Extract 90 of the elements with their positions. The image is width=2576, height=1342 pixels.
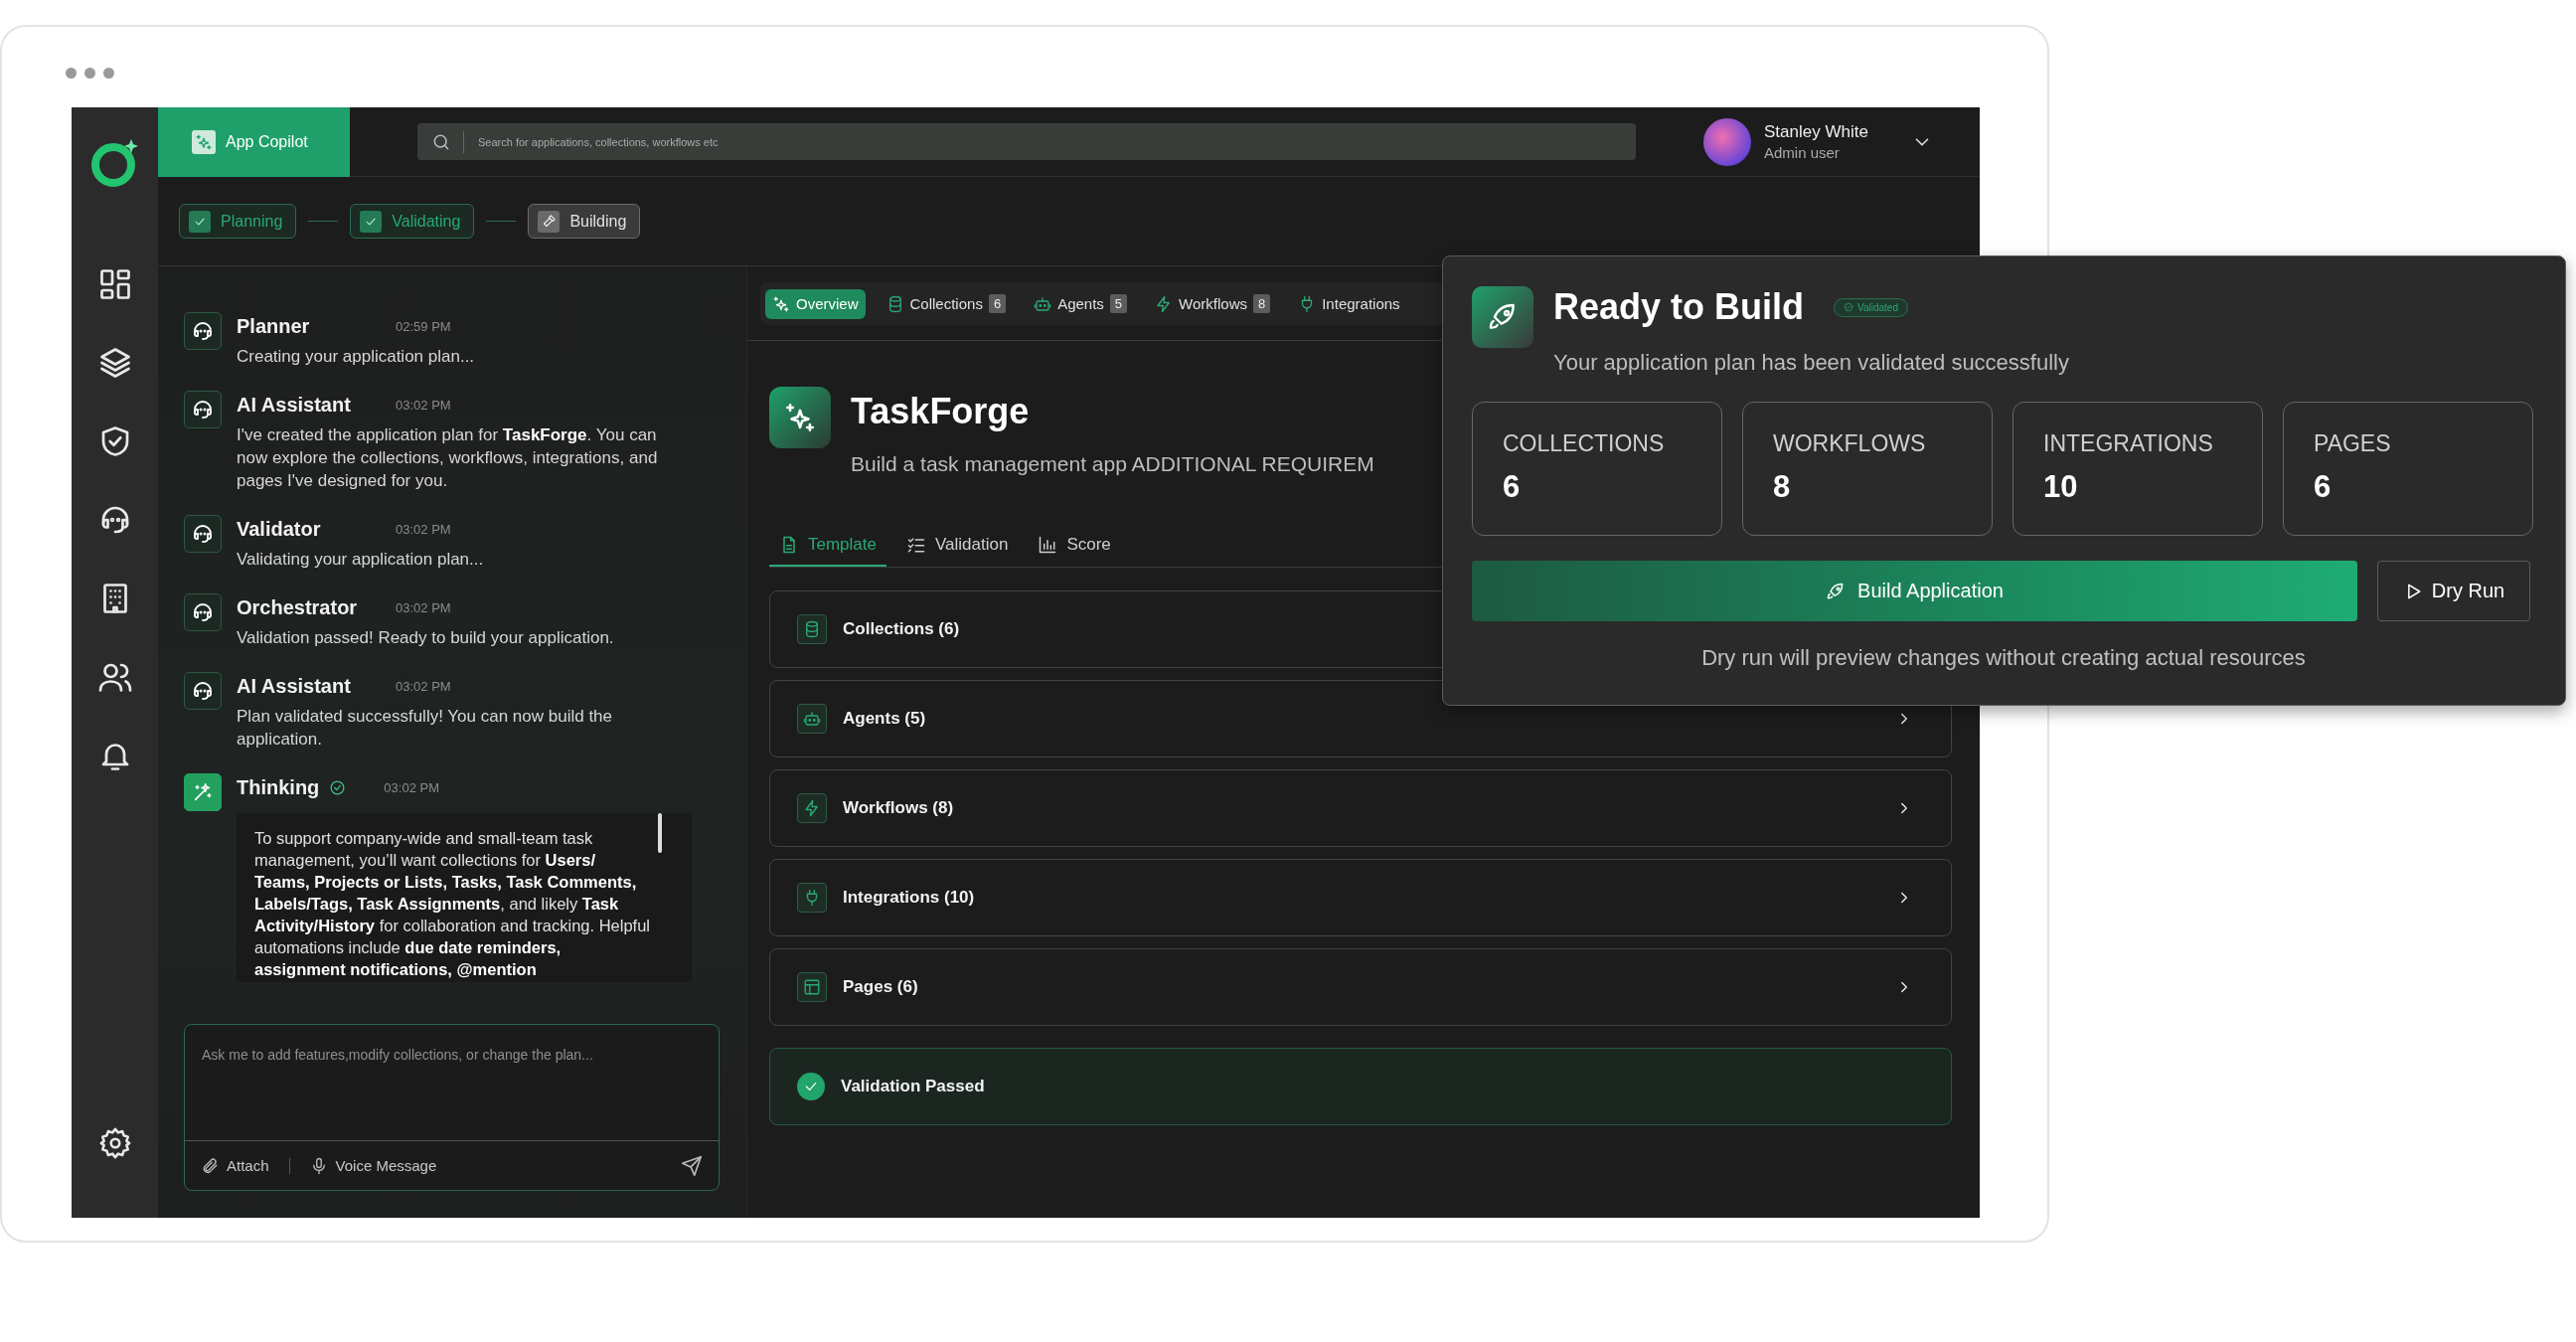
sparkles-icon — [783, 401, 817, 434]
thinking-text: To support company-wide and small-team task management, you’ll want collections for Users/ Teams, Projects or Lists, Tasks, Task Comments, Labels/Tags, Task Assignments, and likely Task Activity/History for collaboration and tracking. Helpful automations include due date reminders, assignment notifications, @mention — [237, 813, 692, 982]
section-row[interactable]: Pages (6) — [769, 948, 1952, 1026]
tab[interactable]: Workflows 8 — [1148, 288, 1278, 319]
search-field[interactable]: Search for applications, collections, workflows etc — [476, 134, 1622, 149]
robot-icon — [1034, 294, 1052, 313]
tab[interactable]: Validation — [896, 529, 1019, 567]
stat-value: 6 — [2314, 469, 2333, 505]
user-role: Admin user — [1764, 144, 1841, 161]
stat-label: INTEGRATIONS — [2043, 430, 2214, 457]
headset-icon — [191, 522, 215, 546]
hammer-icon — [541, 214, 557, 229]
magic-wand-icon — [192, 781, 214, 803]
tab[interactable]: Score — [1028, 529, 1121, 567]
send-button[interactable] — [681, 1154, 703, 1177]
section-title: Collections (6) — [843, 619, 960, 639]
count-badge: 6 — [988, 294, 1007, 313]
lightning-icon — [803, 799, 821, 817]
message-field[interactable]: Ask me to add features,modify collections, or change the plan... — [185, 1025, 719, 1140]
message-time: 03:02 PM — [396, 397, 451, 413]
headset-icon — [191, 600, 215, 624]
message-text: I've created the application plan for TaskForge. You can now explore the collections, workflows, integrations, and pages I've designed for you. — [237, 424, 659, 492]
message-text: Plan validated successfully! You can now build the application. — [237, 706, 614, 751]
section-title: Agents (5) — [843, 709, 926, 729]
voice-message-button[interactable]: Voice Message — [309, 1156, 437, 1175]
layout-icon — [803, 978, 821, 996]
tab[interactable]: Overview — [765, 288, 866, 319]
card-title: Ready to Build — [1553, 286, 1805, 328]
check-circle-icon — [797, 1073, 825, 1100]
tab[interactable]: Collections 6 — [879, 288, 1014, 319]
dry-run-button[interactable]: Dry Run — [2377, 561, 2530, 621]
window-dots-icon — [66, 68, 114, 79]
paperclip-icon — [201, 1156, 219, 1175]
sender-name: AI Assistant — [237, 674, 352, 698]
tab[interactable]: Template — [769, 529, 886, 567]
count-badge: 5 — [1109, 294, 1128, 313]
step-pill: Planning — [179, 204, 297, 239]
headset-icon — [191, 398, 215, 421]
bar-chart-icon — [1038, 535, 1058, 555]
stat-label: PAGES — [2314, 430, 2392, 457]
tab[interactable]: Agents 5 — [1027, 288, 1135, 319]
message-time: 03:02 PM — [396, 599, 451, 615]
message-text: Validating your application plan... — [237, 549, 485, 571]
sparkles-icon — [772, 294, 790, 313]
section-title: Integrations (10) — [843, 888, 975, 908]
stat-value: 8 — [1773, 469, 1792, 505]
message-time: 03:02 PM — [396, 678, 451, 694]
build-application-button[interactable]: Build Application — [1472, 561, 2357, 621]
checklist-icon — [906, 535, 926, 555]
app-title: TaskForge — [851, 391, 1031, 432]
message-text: Validation passed! Ready to build your application. — [237, 627, 615, 649]
validation-text: Validation Passed — [841, 1077, 985, 1096]
send-icon — [681, 1154, 703, 1177]
search-bar[interactable]: Search for applications, collections, workflows etc — [417, 123, 1636, 160]
database-icon — [803, 620, 821, 638]
tab[interactable]: Integrations — [1291, 288, 1407, 319]
section-row[interactable]: Workflows (8) — [769, 769, 1952, 847]
message-time: 02:59 PM — [396, 318, 451, 334]
sender-name: Thinking — [237, 775, 320, 799]
robot-icon — [803, 710, 821, 728]
check-circle-icon — [1844, 302, 1854, 312]
sender-name: Planner — [237, 314, 311, 338]
card-subtitle: Your application plan has been validated successfully — [1553, 350, 2069, 376]
settings-icon[interactable] — [97, 1126, 132, 1160]
count-badge: 8 — [1252, 294, 1271, 313]
user-name: Stanley White — [1764, 122, 1868, 142]
message-time: 03:02 PM — [384, 779, 439, 795]
headset-icon — [191, 679, 215, 703]
sender-name: AI Assistant — [237, 393, 352, 417]
section-title: Workflows (8) — [843, 798, 954, 818]
sparkles-icon — [195, 132, 213, 151]
user-avatar — [1703, 117, 1751, 166]
scrollbar-thumb — [658, 813, 662, 853]
section-row[interactable]: Integrations (10) — [769, 859, 1952, 936]
app-description: Build a task management app ADDITIONAL REQUIREM — [851, 452, 1374, 476]
section-title: Pages (6) — [843, 977, 918, 997]
step-pill: Validating — [350, 204, 475, 239]
message-time: 03:02 PM — [396, 521, 451, 537]
sender-name: Validator — [237, 517, 322, 541]
attach-button[interactable]: Attach — [201, 1156, 269, 1175]
validated-badge: Validated — [1834, 297, 1908, 317]
step-pill: Building — [528, 204, 641, 239]
message-text: Creating your application plan... — [237, 346, 476, 368]
headset-icon — [191, 319, 215, 343]
sender-name: Orchestrator — [237, 595, 359, 619]
message-composer[interactable]: Ask me to add features,modify collections, or change the plan... Attach Voice Message — [184, 1024, 720, 1191]
stat-value: 10 — [2043, 469, 2079, 505]
stat-label: COLLECTIONS — [1503, 430, 1666, 457]
stat-label: WORKFLOWS — [1773, 430, 1927, 457]
stat-value: 6 — [1503, 469, 1522, 505]
